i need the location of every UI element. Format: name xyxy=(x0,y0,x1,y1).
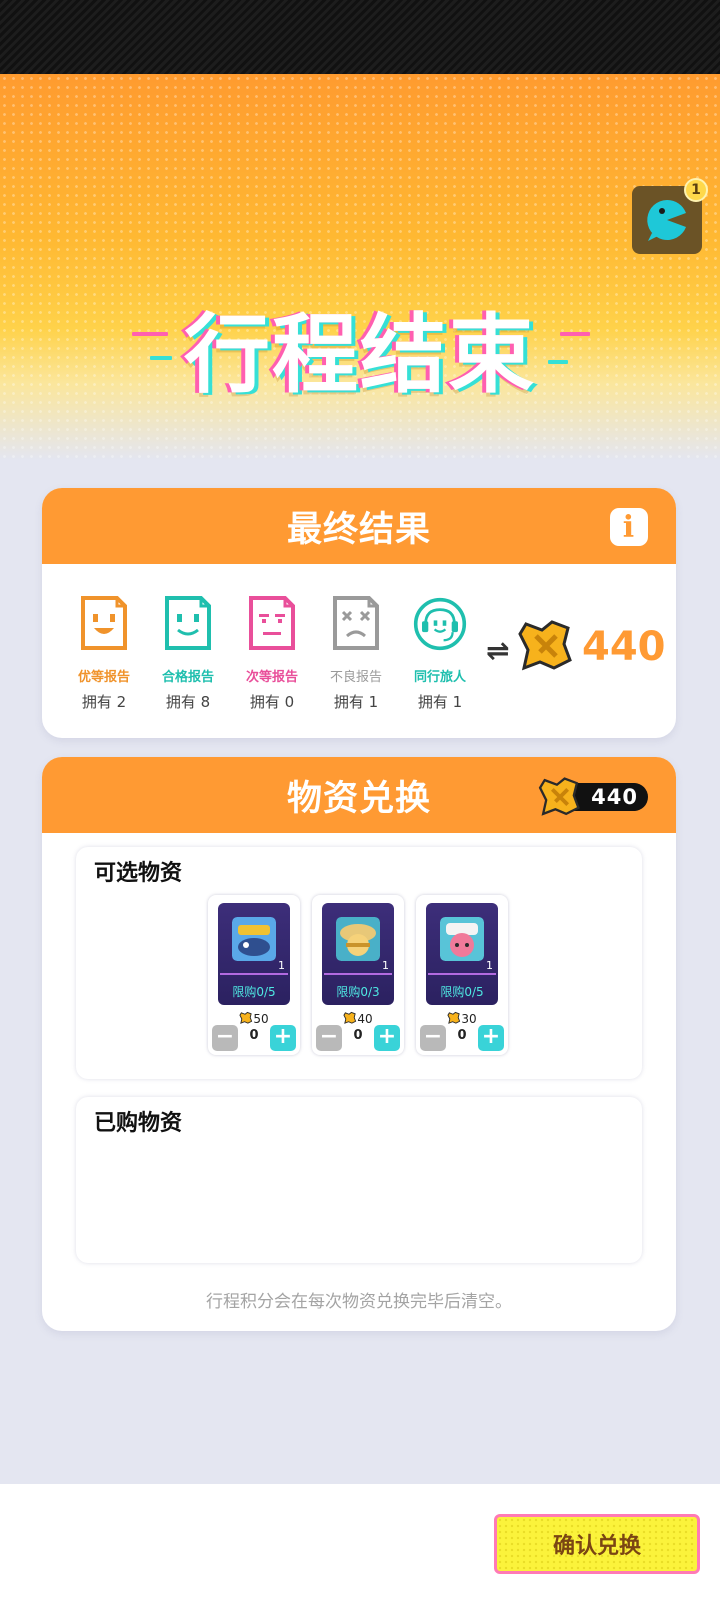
exchange-card: 物资兑换 440 可选物资 1 限购0/5 50 − 0 + 1 限购0/3 4… xyxy=(42,757,676,1331)
item-limit: 限购0/5 xyxy=(440,985,484,999)
meh-report-icon xyxy=(249,596,295,650)
report-label: 优等报告 xyxy=(77,670,130,685)
report-label: 不良报告 xyxy=(329,670,382,685)
item-artwork: 1 限购0/5 xyxy=(426,903,498,1005)
smile-report-icon xyxy=(165,596,211,650)
increase-button[interactable]: + xyxy=(478,1025,504,1051)
available-items-title: 可选物资 xyxy=(94,861,183,886)
balance-value: 440 xyxy=(591,785,638,809)
notification-badge: 1 xyxy=(684,178,708,202)
item-artwork: 1 限购0/5 xyxy=(218,903,290,1005)
item-card[interactable]: 1 限购0/5 50 − 0 + xyxy=(208,895,300,1055)
report-count: 拥有 2 xyxy=(81,693,127,711)
quantity-value: 0 xyxy=(353,1028,363,1043)
headset-traveler-icon xyxy=(413,597,467,651)
gold-coin-icon xyxy=(538,777,580,816)
purchased-items-title: 已购物资 xyxy=(94,1111,183,1136)
bottom-bar: 确认兑换 xyxy=(0,1484,720,1600)
final-result-header: 最终结果 i xyxy=(42,488,676,564)
report-bad: 不良报告 拥有 1 xyxy=(316,594,396,712)
item-limit: 限购0/5 xyxy=(232,985,276,999)
points-balance: 440 xyxy=(538,777,648,816)
report-count: 拥有 8 xyxy=(165,693,211,711)
available-items-panel: 可选物资 1 限购0/5 50 − 0 + 1 限购0/3 40 − 0 + 1… xyxy=(76,847,642,1079)
quantity-value: 0 xyxy=(249,1028,259,1043)
final-result-title: 最终结果 xyxy=(286,509,431,550)
total-points: 440 xyxy=(582,624,666,670)
item-quantity: 1 xyxy=(486,959,493,972)
pink-hair-portrait xyxy=(440,917,484,961)
report-label: 同行旅人 xyxy=(413,670,466,685)
report-pass: 合格报告 拥有 8 xyxy=(148,594,228,712)
increase-button[interactable]: + xyxy=(374,1025,400,1051)
sad-report-icon xyxy=(333,596,379,650)
report-label: 合格报告 xyxy=(161,670,214,685)
confirm-exchange-button[interactable]: 确认兑换 xyxy=(494,1514,700,1574)
report-count: 拥有 1 xyxy=(417,693,463,711)
gold-coin-icon xyxy=(239,1011,253,1024)
item-card[interactable]: 1 限购0/3 40 − 0 + xyxy=(312,895,404,1055)
report-count: 拥有 1 xyxy=(333,693,379,711)
item-price-value: 30 xyxy=(461,1012,477,1026)
mini-game-button[interactable]: 1 xyxy=(632,178,708,254)
item-divider xyxy=(428,973,496,975)
result-body: 优等报告 拥有 2 合格报告 拥有 8 次等报告 拥有 0 不良报告 拥有 1 … xyxy=(42,564,676,738)
exchange-title: 物资兑换 xyxy=(286,778,431,819)
page-title: 行程结束 xyxy=(184,305,536,405)
exchange-arrow-icon: ⇌ xyxy=(486,634,510,667)
gold-coin-icon xyxy=(343,1011,357,1024)
report-traveler: 同行旅人 拥有 1 xyxy=(400,594,480,712)
item-quantity: 1 xyxy=(278,959,285,972)
hat-girl-portrait xyxy=(336,917,380,961)
diver-fish-portrait xyxy=(232,917,276,961)
status-bar xyxy=(0,0,720,74)
report-inferior: 次等报告 拥有 0 xyxy=(232,594,312,712)
final-result-card: 最终结果 i 优等报告 拥有 2 合格报告 拥有 8 次等报告 拥有 0 不良报… xyxy=(42,488,676,738)
item-card[interactable]: 1 限购0/5 30 − 0 + xyxy=(416,895,508,1055)
item-limit: 限购0/3 xyxy=(336,985,380,999)
info-button[interactable]: i xyxy=(610,508,648,546)
report-label: 次等报告 xyxy=(245,670,298,685)
gold-coin-icon xyxy=(518,620,572,671)
gold-coin-icon xyxy=(447,1011,461,1024)
increase-button[interactable]: + xyxy=(270,1025,296,1051)
hero-banner: 行程结束 xyxy=(0,74,720,460)
purchased-items-panel: 已购物资 xyxy=(76,1097,642,1263)
item-price-value: 40 xyxy=(357,1012,373,1026)
report-excellent: 优等报告 拥有 2 xyxy=(64,594,144,712)
decrease-button[interactable]: − xyxy=(212,1025,238,1051)
item-price-value: 50 xyxy=(253,1012,269,1026)
points-reset-note: 行程积分会在每次物资兑换完毕后清空。 xyxy=(206,1292,512,1312)
report-count: 拥有 0 xyxy=(249,693,295,711)
item-quantity: 1 xyxy=(382,959,389,972)
decrease-button[interactable]: − xyxy=(420,1025,446,1051)
item-artwork: 1 限购0/3 xyxy=(322,903,394,1005)
item-divider xyxy=(220,973,288,975)
quantity-value: 0 xyxy=(457,1028,467,1043)
exchange-header: 物资兑换 440 xyxy=(42,757,676,833)
decrease-button[interactable]: − xyxy=(316,1025,342,1051)
item-divider xyxy=(324,973,392,975)
pacman-chat-icon xyxy=(647,199,686,241)
happy-report-icon xyxy=(81,596,127,650)
